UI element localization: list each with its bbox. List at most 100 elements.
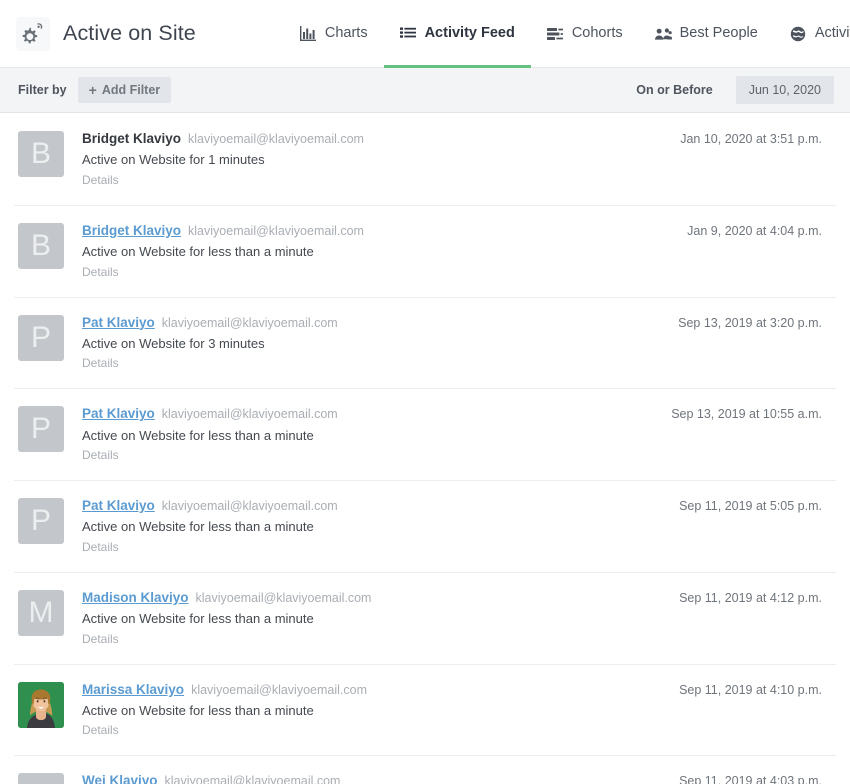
activity-row-identity: Madison Klaviyo klaviyoemail@klaviyoemai…	[82, 589, 679, 607]
activity-feed-row[interactable]: Marissa Klaviyo klaviyoemail@klaviyoemai…	[0, 663, 850, 756]
filter-bar: Filter by + Add Filter On or Before Jun …	[0, 68, 850, 113]
person-name-link[interactable]: Pat Klaviyo	[82, 497, 155, 515]
avatar-initial: B	[18, 131, 64, 177]
activity-feed-row[interactable]: B Bridget Klaviyo klaviyoemail@klaviyoem…	[0, 204, 850, 297]
avatar-initial: M	[18, 589, 64, 636]
person-email: klaviyoemail@klaviyoemail.com	[191, 682, 367, 697]
brand: Active on Site	[16, 16, 196, 51]
activity-row-identity: Wei Klaviyo klaviyoemail@klaviyoemail.co…	[82, 772, 679, 784]
details-toggle[interactable]: Details	[82, 173, 119, 187]
tab-charts[interactable]: Charts	[284, 0, 384, 67]
list-icon	[400, 25, 417, 42]
activity-description: Active on Website for 3 minutes	[82, 335, 265, 351]
main-nav-tabs: Charts Activity Feed Cohorts Best People…	[284, 0, 850, 68]
filter-by-label: Filter by	[18, 83, 67, 97]
activity-row-body: Madison Klaviyo klaviyoemail@klaviyoemai…	[64, 588, 679, 648]
tab-label: Activity Feed	[424, 25, 515, 42]
activity-feed-row[interactable]: P Pat Klaviyo klaviyoemail@klaviyoemail.…	[0, 388, 850, 481]
activity-timestamp: Sep 11, 2019 at 5:05 p.m.	[679, 499, 822, 514]
avatar-initial: W	[18, 773, 64, 784]
app-header: Active on Site Charts Activity Feed Coho…	[0, 0, 850, 68]
activity-row-body: Wei Klaviyo klaviyoemail@klaviyoemail.co…	[64, 771, 679, 784]
activity-row-identity: Pat Klaviyo klaviyoemail@klaviyoemail.co…	[82, 314, 678, 332]
add-filter-label: Add Filter	[101, 83, 161, 97]
person-name-link[interactable]: Bridget Klaviyo	[82, 222, 181, 240]
activity-row-identity: Bridget Klaviyo klaviyoemail@klaviyoemai…	[82, 130, 680, 148]
tab-label: Cohorts	[571, 25, 623, 42]
tab-label: Charts	[324, 25, 368, 42]
details-toggle[interactable]: Details	[82, 356, 119, 370]
details-toggle[interactable]: Details	[82, 723, 119, 737]
tab-activity-map[interactable]: Activity Map	[774, 0, 850, 67]
person-email: klaviyoemail@klaviyoemail.com	[161, 407, 338, 422]
person-name-link[interactable]: Madison Klaviyo	[82, 589, 189, 607]
person-name-link[interactable]: Pat Klaviyo	[82, 314, 155, 332]
activity-row-identity: Pat Klaviyo klaviyoemail@klaviyoemail.co…	[82, 405, 671, 423]
activity-timestamp: Sep 13, 2019 at 3:20 p.m.	[678, 315, 822, 330]
activity-timestamp: Jan 9, 2020 at 4:04 p.m.	[687, 223, 822, 238]
details-toggle[interactable]: Details	[82, 632, 119, 646]
activity-description: Active on Website for less than a minute	[82, 243, 314, 259]
person-email: klaviyoemail@klaviyoemail.com	[188, 132, 364, 146]
activity-description: Active on Website for less than a minute	[82, 702, 314, 718]
activity-feed-list: B Bridget Klaviyo klaviyoemail@klaviyoem…	[0, 113, 850, 784]
activity-feed-row[interactable]: M Madison Klaviyo klaviyoemail@klaviyoem…	[0, 571, 850, 664]
avatar-initial: P	[18, 498, 64, 545]
activity-row-identity: Marissa Klaviyo klaviyoemail@klaviyoemai…	[82, 681, 679, 699]
activity-description: Active on Website for less than a minute	[82, 519, 314, 535]
activity-row-identity: Pat Klaviyo klaviyoemail@klaviyoemail.co…	[82, 497, 679, 515]
add-filter-button[interactable]: + Add Filter	[77, 77, 172, 103]
person-name-link[interactable]: Pat Klaviyo	[82, 405, 155, 423]
tab-activity-feed[interactable]: Activity Feed	[383, 0, 532, 68]
person-name-link[interactable]: Wei Klaviyo	[82, 772, 158, 784]
plus-icon: +	[88, 81, 97, 98]
activity-description: Active on Website for less than a minute	[82, 427, 314, 443]
person-name-link[interactable]: Marissa Klaviyo	[82, 681, 184, 699]
details-toggle[interactable]: Details	[82, 448, 119, 462]
activity-row-body: Pat Klaviyo klaviyoemail@klaviyoemail.co…	[64, 404, 671, 464]
details-toggle[interactable]: Details	[82, 265, 119, 279]
tab-cohorts[interactable]: Cohorts	[531, 0, 639, 67]
avatar-initial: B	[18, 222, 64, 269]
date-operator-label: On or Before	[636, 83, 713, 97]
activity-row-body: Bridget Klaviyo klaviyoemail@klaviyoemai…	[64, 129, 680, 189]
activity-feed-row[interactable]: P Pat Klaviyo klaviyoemail@klaviyoemail.…	[0, 480, 850, 572]
activity-timestamp: Sep 11, 2019 at 4:12 p.m.	[679, 590, 822, 605]
activity-row-identity: Bridget Klaviyo klaviyoemail@klaviyoemai…	[82, 222, 687, 240]
details-toggle[interactable]: Details	[82, 540, 119, 554]
person-email: klaviyoemail@klaviyoemail.com	[188, 223, 364, 238]
avatar-photo	[18, 681, 64, 728]
activity-timestamp: Sep 11, 2019 at 4:10 p.m.	[679, 682, 822, 697]
activity-row-body: Pat Klaviyo klaviyoemail@klaviyoemail.co…	[64, 496, 679, 556]
date-value-button[interactable]: Jun 10, 2020	[735, 76, 834, 104]
activity-description: Active on Website for less than a minute	[82, 611, 314, 627]
tab-best-people[interactable]: Best People	[639, 0, 774, 67]
activity-description: Active on Website for 1 minutes	[82, 152, 265, 168]
person-email: klaviyoemail@klaviyoemail.com	[161, 315, 338, 330]
person-email: klaviyoemail@klaviyoemail.com	[195, 590, 372, 605]
gears-icon	[16, 16, 50, 51]
page-title: Active on Site	[63, 21, 196, 45]
bar-chart-icon	[300, 25, 317, 42]
person-email: klaviyoemail@klaviyoemail.com	[161, 499, 338, 514]
globe-icon	[790, 25, 807, 42]
activity-timestamp: Sep 13, 2019 at 10:55 a.m.	[671, 407, 822, 422]
users-icon	[654, 25, 672, 42]
filter-bar-right: On or Before Jun 10, 2020	[636, 76, 834, 104]
activity-feed-row[interactable]: W Wei Klaviyo klaviyoemail@klaviyoemail.…	[0, 755, 850, 784]
activity-feed-row[interactable]: B Bridget Klaviyo klaviyoemail@klaviyoem…	[0, 113, 850, 205]
tab-label: Best People	[679, 25, 758, 42]
activity-timestamp: Jan 10, 2020 at 3:51 p.m.	[680, 132, 822, 146]
person-name: Bridget Klaviyo	[82, 131, 182, 146]
activity-row-body: Pat Klaviyo klaviyoemail@klaviyoemail.co…	[64, 313, 678, 373]
activity-feed-row[interactable]: P Pat Klaviyo klaviyoemail@klaviyoemail.…	[0, 296, 850, 389]
table-rows-icon	[547, 25, 564, 42]
activity-row-body: Marissa Klaviyo klaviyoemail@klaviyoemai…	[64, 680, 679, 740]
person-email: klaviyoemail@klaviyoemail.com	[164, 774, 341, 784]
activity-row-body: Bridget Klaviyo klaviyoemail@klaviyoemai…	[64, 221, 687, 281]
tab-label: Activity Map	[814, 25, 850, 42]
avatar-initial: P	[18, 314, 64, 361]
activity-timestamp: Sep 11, 2019 at 4:03 p.m.	[679, 774, 822, 784]
avatar-initial: P	[18, 406, 64, 453]
filter-bar-left: Filter by + Add Filter	[18, 77, 172, 103]
